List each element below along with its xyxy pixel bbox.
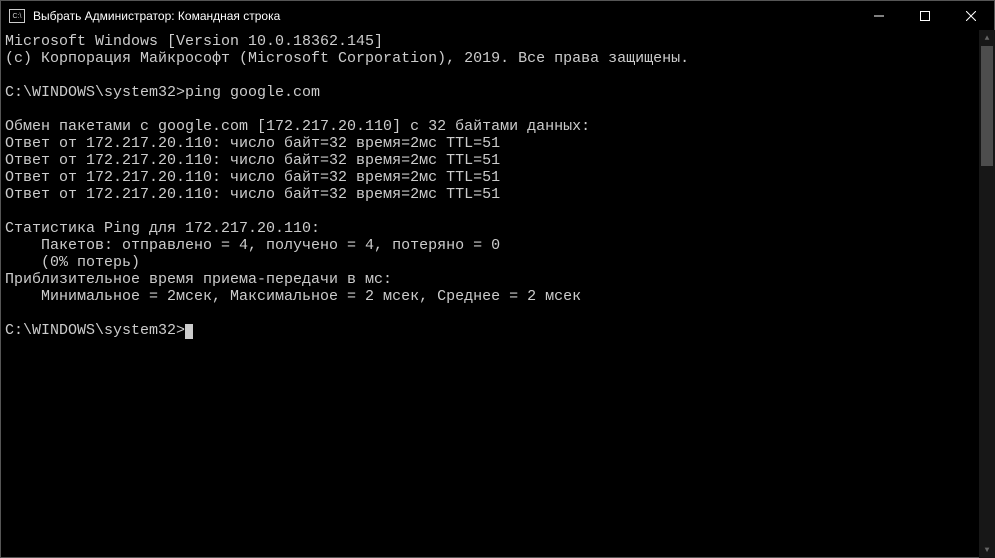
terminal-line: C:\WINDOWS\system32>ping google.com xyxy=(5,84,990,101)
maximize-icon xyxy=(920,11,930,21)
scrollbar-thumb[interactable] xyxy=(981,46,993,166)
terminal-line: Пакетов: отправлено = 4, получено = 4, п… xyxy=(5,237,990,254)
minimize-button[interactable] xyxy=(856,1,902,31)
terminal-line: (0% потерь) xyxy=(5,254,990,271)
terminal-line: Обмен пакетами с google.com [172.217.20.… xyxy=(5,118,990,135)
terminal-line xyxy=(5,67,990,84)
terminal-line: Приблизительное время приема-передачи в … xyxy=(5,271,990,288)
scroll-down-arrow[interactable]: ▼ xyxy=(979,542,995,558)
terminal-output[interactable]: Microsoft Windows [Version 10.0.18362.14… xyxy=(1,31,994,557)
vertical-scrollbar[interactable]: ▲ ▼ xyxy=(979,30,995,558)
terminal-line: Минимальное = 2мсек, Максимальное = 2 мс… xyxy=(5,288,990,305)
command-prompt-window: C:\ Выбрать Администратор: Командная стр… xyxy=(0,0,995,558)
terminal-line xyxy=(5,305,990,322)
terminal-line: Ответ от 172.217.20.110: число байт=32 в… xyxy=(5,186,990,203)
terminal-line: Ответ от 172.217.20.110: число байт=32 в… xyxy=(5,169,990,186)
maximize-button[interactable] xyxy=(902,1,948,31)
close-button[interactable] xyxy=(948,1,994,31)
titlebar[interactable]: C:\ Выбрать Администратор: Командная стр… xyxy=(1,1,994,31)
scroll-up-arrow[interactable]: ▲ xyxy=(979,30,995,46)
terminal-prompt[interactable]: C:\WINDOWS\system32> xyxy=(5,322,990,339)
close-icon xyxy=(966,11,976,21)
terminal-line xyxy=(5,101,990,118)
window-controls xyxy=(856,1,994,31)
window-title: Выбрать Администратор: Командная строка xyxy=(31,9,856,23)
terminal-line: Ответ от 172.217.20.110: число байт=32 в… xyxy=(5,135,990,152)
terminal-line: Microsoft Windows [Version 10.0.18362.14… xyxy=(5,33,990,50)
terminal-line: Статистика Ping для 172.217.20.110: xyxy=(5,220,990,237)
terminal-line: Ответ от 172.217.20.110: число байт=32 в… xyxy=(5,152,990,169)
prompt-text: C:\WINDOWS\system32> xyxy=(5,322,185,339)
terminal-line xyxy=(5,203,990,220)
cursor xyxy=(185,324,193,339)
terminal-line: (c) Корпорация Майкрософт (Microsoft Cor… xyxy=(5,50,990,67)
cmd-icon: C:\ xyxy=(9,9,25,23)
minimize-icon xyxy=(874,11,884,21)
